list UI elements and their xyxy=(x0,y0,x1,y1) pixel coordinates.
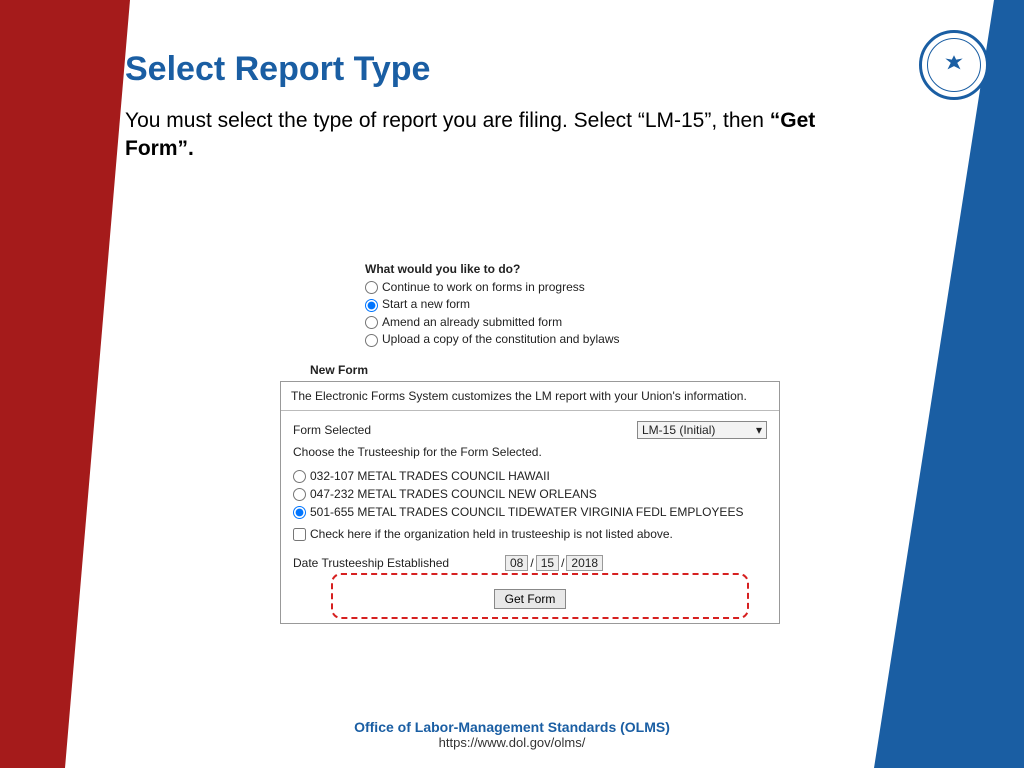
not-listed-label: Check here if the organization held in t… xyxy=(310,527,673,541)
date-sep2: / xyxy=(561,556,564,570)
left-band-decor xyxy=(0,0,130,768)
intro-plain: You must select the type of report you a… xyxy=(125,109,770,132)
trust-hawaii-label: 032-107 METAL TRADES COUNCIL HAWAII xyxy=(310,469,550,483)
trust-neworleans[interactable]: 047-232 METAL TRADES COUNCIL NEW ORLEANS xyxy=(293,485,767,503)
intro-text: You must select the type of report you a… xyxy=(125,107,825,164)
trust-tidewater[interactable]: 501-655 METAL TRADES COUNCIL TIDEWATER V… xyxy=(293,503,767,521)
form-selected-value: LM-15 (Initial) xyxy=(642,423,715,437)
date-yyyy-field[interactable]: 2018 xyxy=(566,555,603,571)
trust-tidewater-radio[interactable] xyxy=(293,506,306,519)
trust-hawaii[interactable]: 032-107 METAL TRADES COUNCIL HAWAII xyxy=(293,467,767,485)
trusteeship-radio-group: 032-107 METAL TRADES COUNCIL HAWAII 047-… xyxy=(293,467,767,521)
page-title: Select Report Type xyxy=(125,50,924,89)
not-listed-check[interactable]: Check here if the organization held in t… xyxy=(293,527,673,541)
date-dd-field[interactable]: 15 xyxy=(536,555,559,571)
opt-start-new-label: Start a new form xyxy=(382,297,470,311)
panel-description: The Electronic Forms System customizes t… xyxy=(281,382,779,411)
form-selected-dropdown[interactable]: LM-15 (Initial) ▾ xyxy=(637,421,767,439)
opt-continue-label: Continue to work on forms in progress xyxy=(382,280,585,294)
dol-seal-icon xyxy=(919,30,989,100)
not-listed-checkbox[interactable] xyxy=(293,528,306,541)
footer-org: Office of Labor-Management Standards (OL… xyxy=(0,719,1024,735)
opt-amend-label: Amend an already submitted form xyxy=(382,315,562,329)
date-mm-field[interactable]: 08 xyxy=(505,555,528,571)
form-selected-label: Form Selected xyxy=(293,423,493,437)
question-heading: What would you like to do? xyxy=(365,262,780,276)
date-sep1: / xyxy=(530,556,533,570)
opt-upload[interactable]: Upload a copy of the constitution and by… xyxy=(365,331,780,348)
trust-hawaii-radio[interactable] xyxy=(293,470,306,483)
trust-neworleans-label: 047-232 METAL TRADES COUNCIL NEW ORLEANS xyxy=(310,487,597,501)
choose-trusteeship-text: Choose the Trusteeship for the Form Sele… xyxy=(293,445,767,459)
get-form-button[interactable]: Get Form xyxy=(494,589,567,609)
opt-continue-radio[interactable] xyxy=(365,281,378,294)
date-established-label: Date Trusteeship Established xyxy=(293,556,503,570)
new-form-panel: The Electronic Forms System customizes t… xyxy=(280,381,780,624)
opt-upload-radio[interactable] xyxy=(365,334,378,347)
opt-start-new-radio[interactable] xyxy=(365,299,378,312)
footer-url: https://www.dol.gov/olms/ xyxy=(0,735,1024,750)
slide: Select Report Type You must select the t… xyxy=(0,0,1024,768)
opt-continue[interactable]: Continue to work on forms in progress xyxy=(365,279,780,296)
trust-neworleans-radio[interactable] xyxy=(293,488,306,501)
eagle-icon xyxy=(941,52,967,78)
form-screenshot: What would you like to do? Continue to w… xyxy=(280,262,780,624)
task-radio-group: Continue to work on forms in progress St… xyxy=(365,279,780,349)
opt-upload-label: Upload a copy of the constitution and by… xyxy=(382,332,619,346)
opt-amend[interactable]: Amend an already submitted form xyxy=(365,314,780,331)
footer: Office of Labor-Management Standards (OL… xyxy=(0,719,1024,750)
chevron-down-icon: ▾ xyxy=(756,423,762,437)
opt-amend-radio[interactable] xyxy=(365,316,378,329)
trust-tidewater-label: 501-655 METAL TRADES COUNCIL TIDEWATER V… xyxy=(310,505,743,519)
new-form-heading: New Form xyxy=(310,363,780,377)
opt-start-new[interactable]: Start a new form xyxy=(365,296,780,313)
